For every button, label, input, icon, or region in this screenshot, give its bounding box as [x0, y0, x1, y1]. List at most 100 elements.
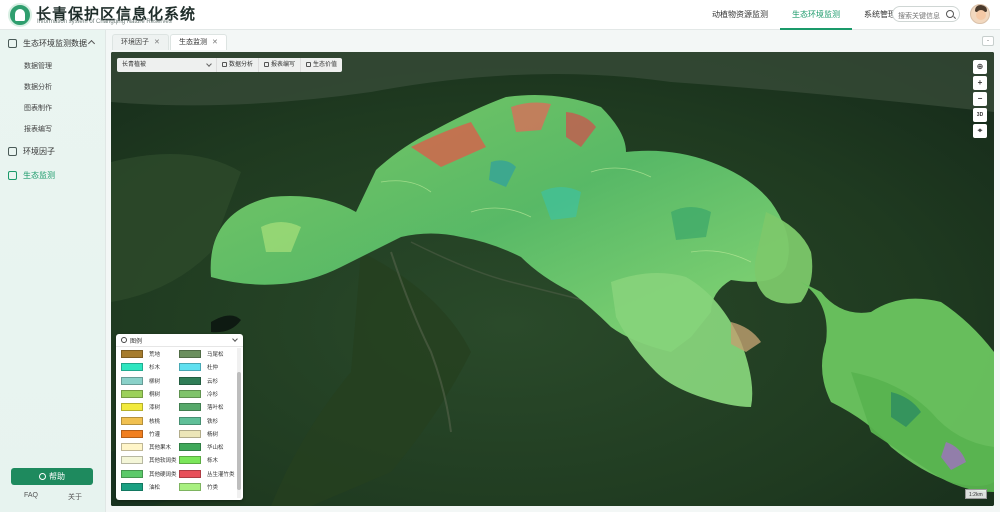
legend-swatch [179, 443, 201, 452]
search-input[interactable] [898, 9, 950, 24]
legend-swatch [179, 363, 201, 372]
search-icon[interactable] [946, 10, 954, 18]
legend-swatch [179, 469, 201, 478]
sidebar-group-eco-monitoring[interactable]: 生态监测 [0, 164, 106, 188]
legend-swatch [121, 403, 143, 412]
legend-swatch [179, 416, 201, 425]
tabs-menu-button[interactable]: - [982, 36, 994, 46]
legend-swatch [121, 416, 143, 425]
legend-icon [121, 337, 127, 343]
chevron-up-icon [87, 39, 96, 48]
data-analysis-button[interactable]: 数据分析 [217, 58, 260, 72]
help-icon [39, 473, 46, 480]
legend-label: 其他软阔类 [149, 458, 177, 465]
legend-label: 栎木 [207, 458, 219, 465]
monitor-icon [8, 171, 17, 180]
legend-label: 华山松 [207, 445, 224, 452]
map-controls: ⊕ + − 3D ⌖ [973, 60, 987, 140]
legend-label: 核桃 [149, 418, 161, 425]
legend-label: 铁杉 [207, 418, 219, 425]
legend-label: 其他硬阔类 [149, 471, 177, 478]
sidebar-item-chart-making[interactable]: 图表制作 [24, 103, 52, 113]
refresh-icon [306, 62, 312, 67]
legend-scrollbar[interactable] [237, 348, 241, 498]
legend-title: 图例 [130, 339, 143, 345]
help-label: 帮助 [49, 472, 65, 481]
zoom-out-button[interactable]: − [973, 92, 987, 106]
search-box [892, 6, 960, 24]
report-writing-button[interactable]: 报表编写 [259, 58, 302, 72]
legend-swatch [121, 443, 143, 452]
map-toolbar: 长青植被 数据分析 报表编写 生态价值 [117, 58, 343, 72]
layer-select[interactable]: 长青植被 [117, 58, 217, 72]
legend-label: 杨树 [207, 431, 219, 438]
legend-label: 其他果木 [149, 445, 172, 452]
app-subtitle: Information system of Changqing Nature R… [37, 19, 172, 25]
legend-swatch [179, 456, 201, 465]
legend-swatch [121, 429, 143, 438]
sidebar-group-eco-data[interactable]: 生态环境监测数据 [0, 32, 106, 56]
report-icon [264, 62, 270, 67]
analysis-icon [222, 62, 227, 67]
tb-label: 报表编写 [271, 62, 296, 68]
about-link[interactable]: 关于 [68, 492, 82, 502]
tab-label: 生态监测 [179, 39, 207, 46]
logo-icon [8, 3, 32, 27]
tab-eco-monitoring[interactable]: 生态监测 ✕ [170, 34, 227, 50]
locate-icon[interactable]: ⌖ [973, 124, 987, 138]
legend-swatch [121, 483, 143, 491]
sidebar-group-label: 环境因子 [23, 147, 55, 156]
nav-item-eco-monitoring[interactable]: 生态环境监测 [780, 0, 852, 30]
legend-panel: 图例 荒地 马尾松 杉木 杜仲 柳树 云杉 桐树 冷杉 漆树 落叶松 核桃 铁杉 竹灌 杨树 其他果木 华山松… [116, 334, 243, 500]
sidebar-item-data-management[interactable]: 数据管理 [24, 61, 52, 71]
sidebar-group-label: 生态监测 [23, 171, 55, 180]
legend-label: 冷杉 [207, 391, 219, 398]
app-header: 长青保护区信息化系统 Information system of Changqi… [0, 0, 1000, 30]
top-nav: 动植物资源监测 生态环境监测 系统管理 [700, 0, 908, 30]
folder-icon [8, 39, 17, 48]
legend-label: 漆树 [149, 405, 161, 412]
legend-label: 油松 [149, 485, 161, 491]
satellite-map [111, 52, 994, 506]
close-icon[interactable]: ✕ [212, 39, 218, 46]
nav-item-wildlife-monitoring[interactable]: 动植物资源监测 [700, 0, 780, 30]
legend-label: 丛生灌竹类 [207, 471, 235, 478]
eco-value-button[interactable]: 生态价值 [301, 58, 342, 72]
leaf-icon [8, 147, 17, 156]
layer-select-value: 长青植被 [122, 62, 147, 68]
legend-swatch [179, 403, 201, 412]
help-button[interactable]: 帮助 [11, 468, 93, 485]
sidebar-item-data-analysis[interactable]: 数据分析 [24, 82, 52, 92]
tb-label: 数据分析 [229, 62, 254, 68]
scrollbar-thumb[interactable] [237, 372, 241, 490]
layers-icon[interactable]: ⊕ [973, 60, 987, 74]
zoom-in-button[interactable]: + [973, 76, 987, 90]
sidebar-group-env-factors[interactable]: 环境因子 [0, 140, 106, 164]
legend-swatch [179, 350, 201, 358]
legend-swatch [179, 389, 201, 398]
chevron-down-icon [206, 61, 212, 67]
legend-label: 竹灌 [149, 431, 161, 438]
3d-toggle-button[interactable]: 3D [973, 108, 987, 122]
legend-swatch [179, 376, 201, 385]
map-view[interactable]: 长青植被 数据分析 报表编写 生态价值 ⊕ + − 3D ⌖ 1:2km 图例 … [111, 52, 994, 506]
tab-env-factors[interactable]: 环境因子 ✕ [112, 34, 169, 50]
legend-swatch [121, 350, 143, 358]
faq-link[interactable]: FAQ [24, 492, 38, 499]
close-icon[interactable]: ✕ [154, 39, 160, 46]
avatar[interactable] [970, 4, 990, 24]
legend-label: 荒地 [149, 352, 161, 358]
sidebar-item-report-writing[interactable]: 报表编写 [24, 124, 52, 134]
legend-swatch [179, 429, 201, 438]
chevron-down-icon[interactable] [232, 336, 238, 342]
sidebar-group-label: 生态环境监测数据 [23, 39, 87, 48]
legend-label: 落叶松 [207, 405, 224, 412]
legend-label: 马尾松 [207, 352, 224, 358]
legend-swatch [121, 389, 143, 398]
legend-header[interactable]: 图例 [116, 334, 243, 347]
scale-indicator: 1:2km [965, 489, 987, 499]
tab-bar: 环境因子 ✕ 生态监测 ✕ - [106, 30, 1000, 50]
legend-swatch [121, 469, 143, 478]
legend-label: 杜仲 [207, 365, 219, 372]
legend-label: 杉木 [149, 365, 161, 372]
